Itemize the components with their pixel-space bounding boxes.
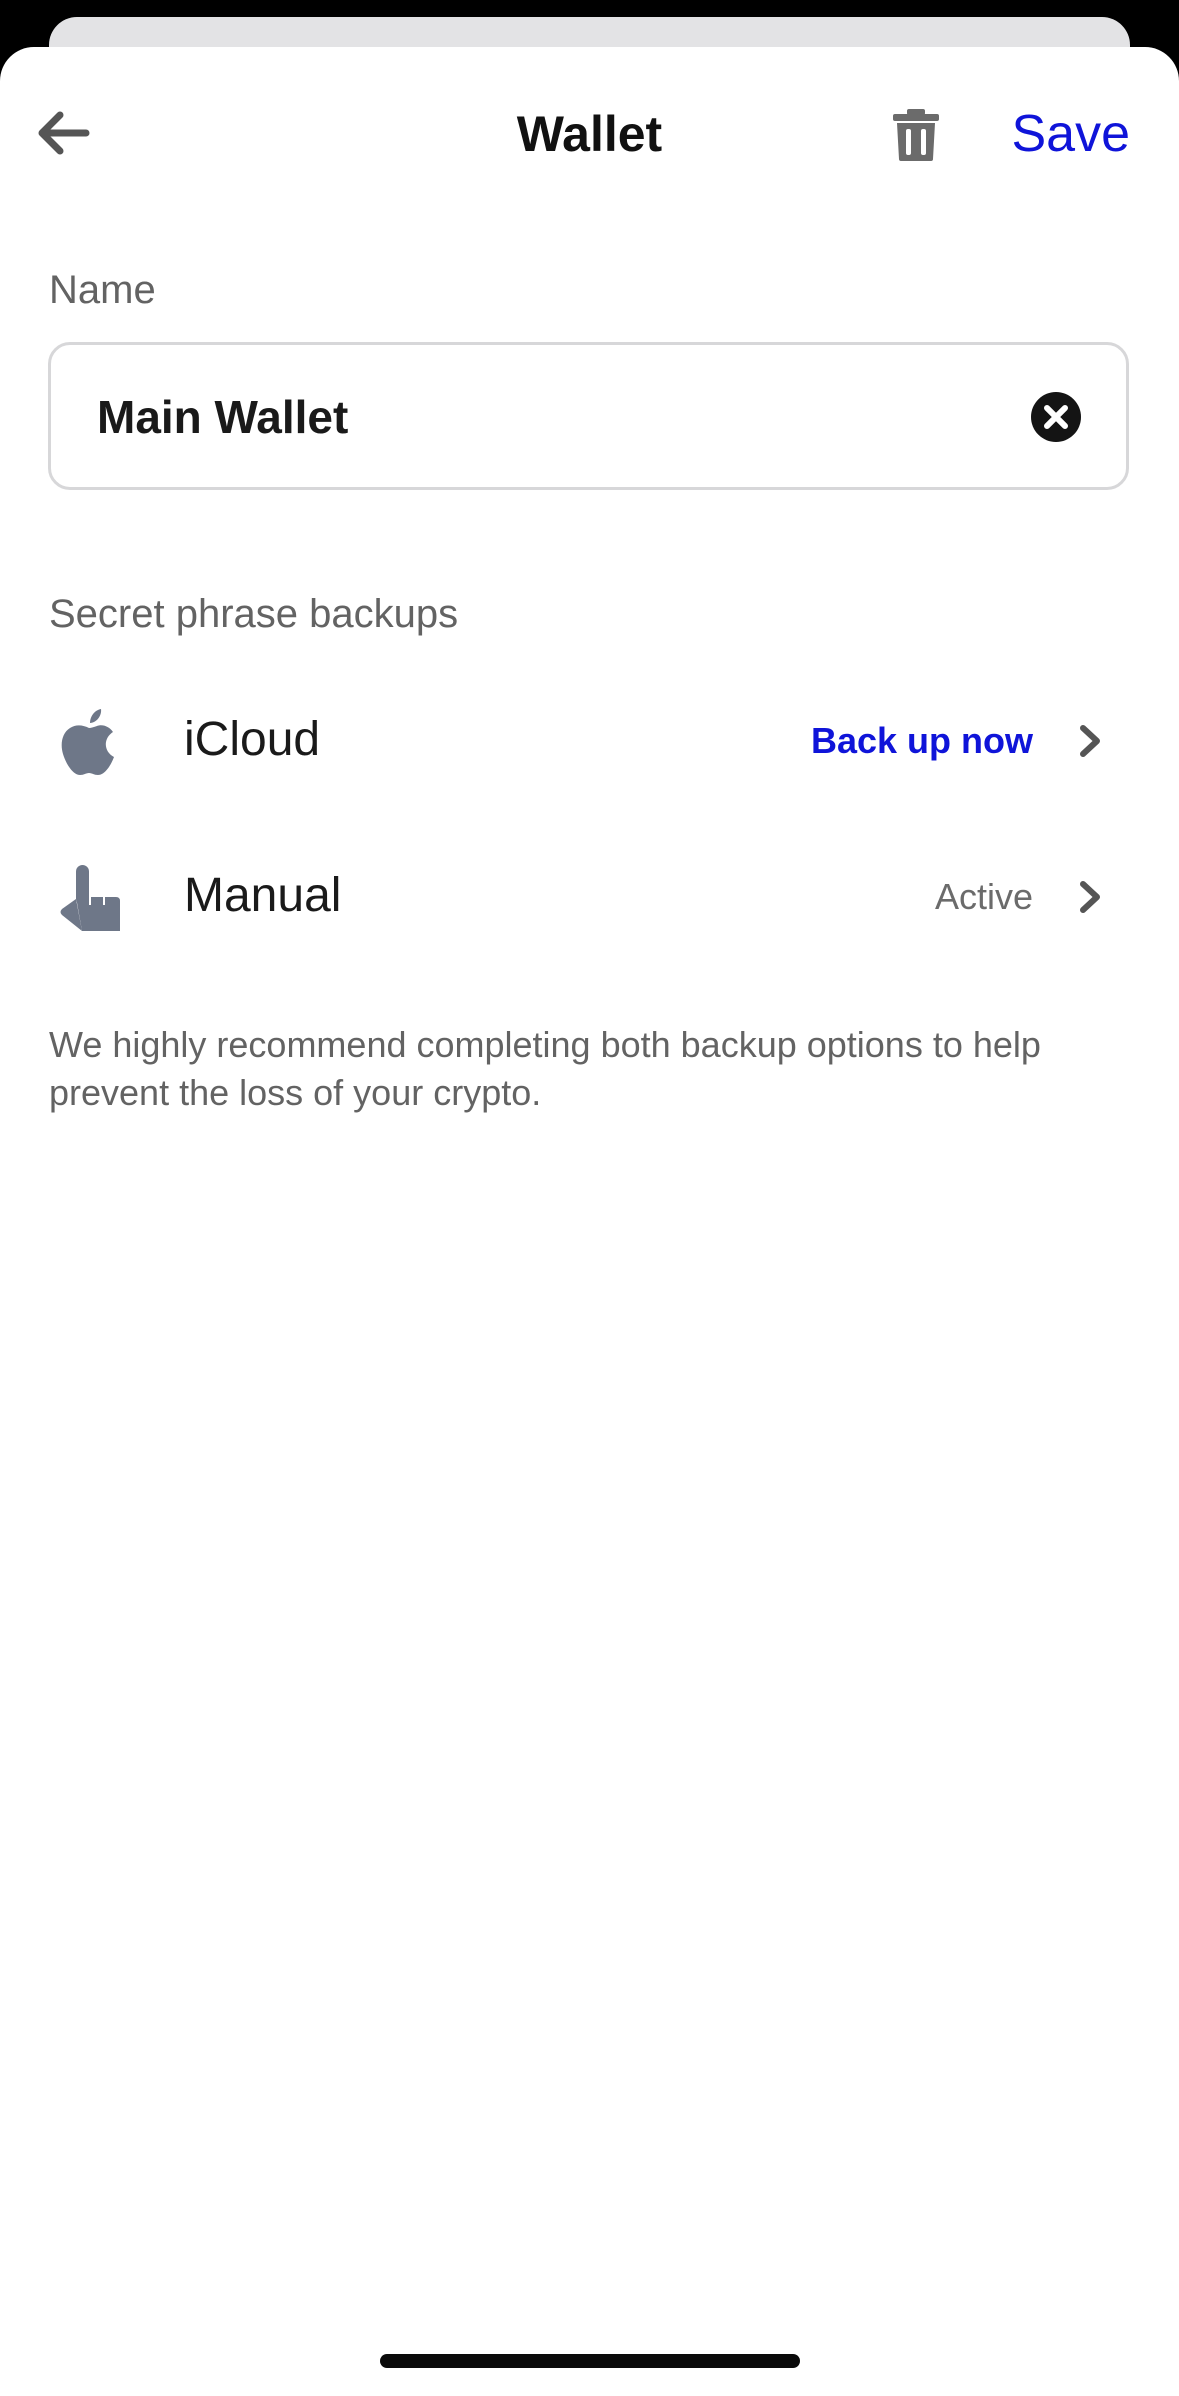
wallet-sheet: Wallet Save Name Main Wallet Secret phra… [0, 47, 1179, 2396]
name-label: Name [49, 268, 156, 312]
delete-button[interactable] [880, 99, 952, 171]
backup-label-manual: Manual [184, 869, 342, 922]
chevron-right-icon [1080, 881, 1100, 913]
back-button[interactable] [26, 97, 98, 169]
trash-icon [893, 109, 939, 161]
save-button[interactable]: Save [1011, 99, 1130, 169]
wallet-name-field[interactable]: Main Wallet [48, 342, 1129, 490]
backup-status-icloud[interactable]: Back up now [811, 717, 1033, 765]
backups-section-label: Secret phrase backups [49, 592, 459, 636]
apple-icon [54, 707, 124, 777]
header: Wallet Save [0, 47, 1179, 217]
backup-label-icloud: iCloud [184, 713, 321, 766]
backup-status-manual: Active [934, 876, 1033, 917]
backup-row-icloud[interactable]: iCloud Back up now [0, 675, 1179, 805]
arrow-left-icon [38, 111, 90, 155]
backup-row-manual[interactable]: Manual Active [0, 831, 1179, 961]
wallet-name-value[interactable]: Main Wallet [97, 390, 348, 444]
clear-circle-icon [1031, 392, 1081, 442]
backup-recommendation-note: We highly recommend completing both back… [49, 1024, 1041, 1113]
hand-pointer-icon [54, 863, 124, 933]
clear-button[interactable] [1030, 391, 1082, 443]
home-indicator [380, 2354, 800, 2368]
chevron-right-icon [1080, 725, 1100, 757]
page-title: Wallet [516, 106, 663, 162]
